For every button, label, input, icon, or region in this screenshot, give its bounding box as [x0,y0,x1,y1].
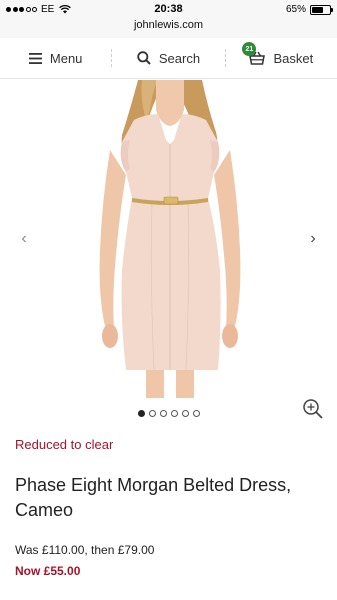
gallery-dot[interactable] [148,410,156,417]
gallery-pagination [0,410,337,417]
basket-label: Basket [273,50,314,66]
promo-label: Reduced to clear [15,437,114,452]
gallery-dot[interactable] [181,410,189,417]
search-button[interactable]: Search [112,38,224,78]
product-image [99,80,241,398]
product-image-gallery[interactable]: ‹ › [0,80,337,398]
gallery-dot[interactable] [192,410,200,417]
product-title: Phase Eight Morgan Belted Dress, Cameo [15,475,292,520]
menu-button[interactable]: Menu [0,38,111,78]
search-label: Search [158,50,201,66]
basket-icon: 21 [242,42,266,65]
status-bar: EE 20:38 65% johnlewis.com [0,0,337,38]
gallery-dot[interactable] [159,410,167,417]
was-price: Was £110.00, then £79.00 [15,543,155,557]
address-bar-url[interactable]: johnlewis.com [0,19,337,31]
battery-icon [310,4,333,15]
gallery-dot[interactable] [137,410,145,417]
battery-percent: 65% [285,4,306,15]
basket-button[interactable]: 21 Basket [226,38,337,78]
next-image-arrow[interactable]: › [305,230,321,248]
header-nav: Menu Search 21 Basket [0,38,337,79]
zoom-icon[interactable] [302,398,324,420]
now-price: Now £55.00 [15,564,81,578]
previous-image-arrow[interactable]: ‹ [16,230,32,248]
search-icon [137,51,151,65]
battery-status: 65% [285,4,333,15]
hamburger-icon [28,52,42,64]
gallery-dot[interactable] [170,410,178,417]
menu-label: Menu [49,50,83,66]
